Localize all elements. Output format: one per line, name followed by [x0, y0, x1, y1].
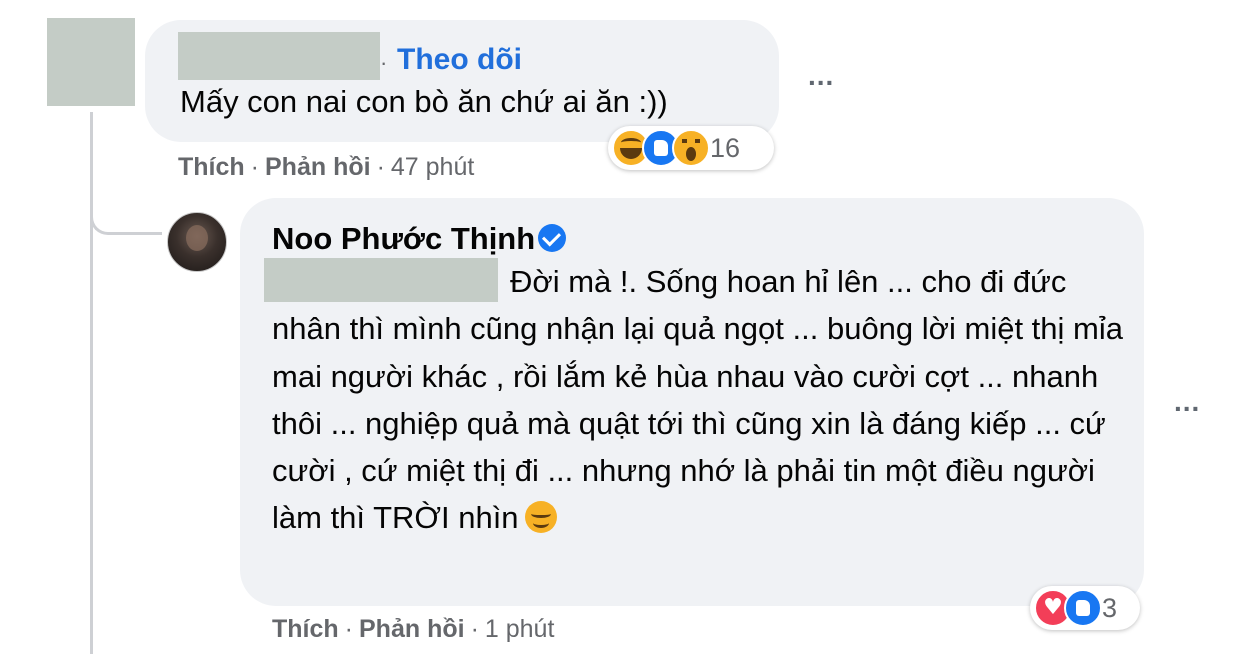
- reply-actions: Thích · Phản hồi · 1 phút: [272, 614, 554, 644]
- reply-reactions[interactable]: 3: [1030, 586, 1140, 630]
- reaction-count: 3: [1102, 592, 1118, 623]
- separator-dot: ·: [344, 615, 353, 643]
- reply-action[interactable]: Phản hồi: [359, 615, 465, 643]
- follow-link[interactable]: Theo dõi: [397, 42, 522, 78]
- separator-dot: ·: [376, 153, 385, 181]
- comment-more-button[interactable]: ...: [808, 62, 834, 90]
- reply-action[interactable]: Phản hồi: [265, 153, 371, 181]
- comment-timestamp[interactable]: 47 phút: [391, 153, 474, 181]
- separator-dot: ·: [250, 153, 259, 181]
- reply-author-name[interactable]: Noo Phước Thịnh: [272, 220, 535, 258]
- like-action[interactable]: Thích: [272, 615, 339, 643]
- commenter-name-redacted[interactable]: [178, 32, 380, 80]
- verified-badge-icon: [538, 224, 566, 252]
- wow-icon: [672, 129, 710, 167]
- reply-text: Đời mà !. Sống hoan hỉ lên ... cho đi đứ…: [272, 264, 1123, 536]
- comment-text: Mấy con nai con bò ăn chứ ai ăn :)): [180, 84, 668, 119]
- thread-line: [90, 112, 93, 654]
- separator-dot: ·: [380, 50, 388, 75]
- commenter-avatar-redacted[interactable]: [47, 18, 135, 106]
- like-action[interactable]: Thích: [178, 153, 245, 181]
- reply-more-button[interactable]: ...: [1174, 388, 1200, 416]
- like-icon: [1064, 589, 1102, 627]
- reaction-count: 16: [710, 132, 741, 163]
- reply-timestamp[interactable]: 1 phút: [485, 615, 555, 643]
- comment-reactions[interactable]: 16: [608, 126, 774, 170]
- separator-dot: ·: [470, 615, 479, 643]
- smiling-face-icon: [524, 501, 557, 534]
- thread-connector: [90, 195, 162, 235]
- reply-author-avatar[interactable]: [167, 212, 227, 272]
- comment-actions: Thích · Phản hồi · 47 phút: [178, 152, 474, 182]
- reply-text-container: Đời mà !. Sống hoan hỉ lên ... cho đi đứ…: [272, 258, 1132, 542]
